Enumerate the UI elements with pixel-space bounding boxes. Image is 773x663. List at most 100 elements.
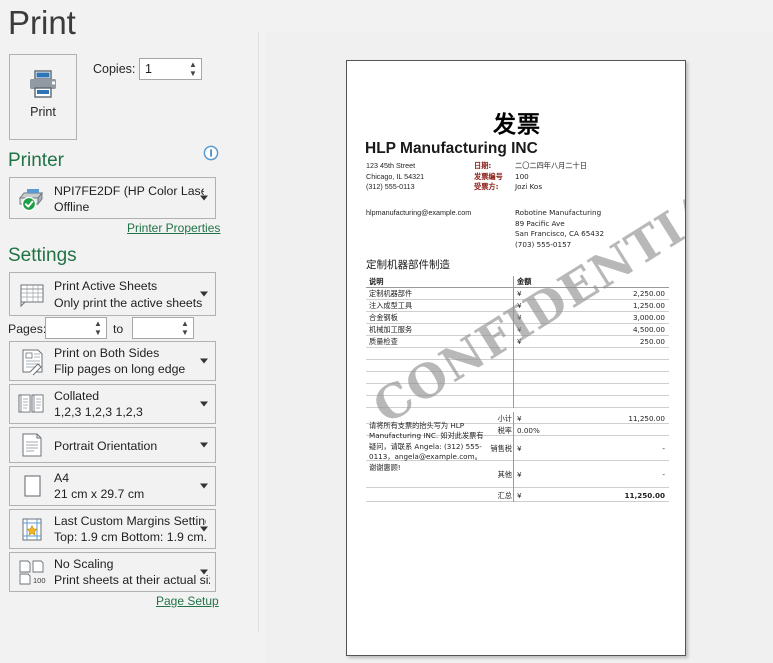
preview-page[interactable]: 发票 HLP Manufacturing INC 123 45th Street… [346,60,686,656]
total-value: - [662,470,665,479]
total-value: 11,250.00 [624,490,665,500]
total-currency: 0.00% [517,425,540,435]
invoice-title: 发票 [493,112,541,138]
scaling-icon: 100 [16,557,48,587]
pages-to-spinner[interactable]: ▲ ▼ [179,319,191,338]
setting-margins[interactable]: Last Custom Margins Setting Top: 1.9 cm … [9,509,216,549]
copies-decrement-icon[interactable]: ▼ [187,69,199,78]
setting-paper-size-line2: 21 cm x 29.7 cm [54,487,145,501]
addr-right-line-1: 89 Pacific Ave [515,218,565,228]
printer-icon [26,69,60,99]
invoice-table-row [366,360,669,372]
printer-name: NPI7FE2DF (HP Color LaserJ... [54,184,204,198]
chevron-down-icon[interactable] [200,569,208,575]
invoice-document: 发票 HLP Manufacturing INC 123 45th Street… [347,61,685,655]
setting-print-what-line1: Print Active Sheets [54,279,158,293]
table-column-divider [513,276,514,408]
print-button[interactable]: Print [9,54,77,140]
total-label: 小计 [497,413,512,423]
total-label: 汇总 [497,490,512,500]
invoice-table-row [366,384,669,396]
row-currency: ¥ [517,301,522,310]
column-header-description: 说明 [369,277,384,286]
invoice-table-row: 注入成型工具 ¥1,250.00 [366,300,669,312]
print-backstage-window: Print Print Copies: 1 ▲ ▼ Printer NPI7FE… [0,0,773,663]
addr-right-line-2: San Francisco, CA 65432 [515,229,605,239]
copies-value: 1 [145,62,152,76]
print-button-label: Print [30,105,56,119]
chevron-down-icon[interactable] [200,483,208,489]
printer-section-heading: Printer [8,150,64,171]
chevron-down-icon[interactable] [200,195,208,201]
paper-icon [16,471,48,501]
setting-print-what[interactable]: Print Active Sheets Only print the activ… [9,272,216,316]
meta-values-line-2: Jozi Kos [515,182,543,192]
meta-labels-line-1: 发票编号 [474,171,503,181]
pages-from-increment-icon[interactable]: ▲ [92,319,104,328]
row-amount: 3,000.00 [632,313,665,322]
row-description: 定制机器部件 [369,289,413,298]
copies-increment-icon[interactable]: ▲ [187,60,199,69]
setting-paper-size[interactable]: A4 21 cm x 29.7 cm [9,466,216,506]
setting-collation-line2: 1,2,3 1,2,3 1,2,3 [54,405,143,419]
setting-margins-line2: Top: 1.9 cm Bottom: 1.9 cm... [54,530,206,544]
page-setup-link[interactable]: Page Setup [156,594,219,608]
invoice-table-row [366,372,669,384]
printer-status: Offline [54,200,90,214]
invoice-meta-values: 二〇二四年八月二十日 100 Jozi Kos [515,161,587,193]
setting-scaling[interactable]: 100 No Scaling Print sheets at their act… [9,552,216,592]
chevron-down-icon[interactable] [200,526,208,532]
collate-icon [16,389,48,419]
column-header-amount: 金额 [517,277,532,286]
row-description: 机械加工服务 [369,325,413,334]
preview-canvas: 发票 HLP Manufacturing INC 123 45th Street… [265,32,773,663]
invoice-table-row: 机械加工服务 ¥4,500.00 [366,324,669,336]
addr-left-line-2: (312) 555-0113 [366,182,415,192]
copies-spinner[interactable]: ▲ ▼ [187,60,199,79]
meta-labels-line-2: 受票方: [474,182,499,192]
setting-orientation-line1: Portrait Orientation [54,439,158,453]
pages-from-spinner[interactable]: ▲ ▼ [92,319,104,338]
pages-label: Pages: [8,322,47,336]
invoice-table-header: 说明 金额 [366,276,669,288]
pages-from-input[interactable]: ▲ ▼ [45,317,107,339]
invoice-subject: 定制机器部件制造 [366,259,450,271]
pages-to-input[interactable]: ▲ ▼ [132,317,194,339]
printer-properties-link[interactable]: Printer Properties [127,221,220,235]
total-value: 11,250.00 [628,413,665,423]
row-amount: 4,500.00 [632,325,665,334]
chevron-down-icon[interactable] [200,401,208,407]
total-currency: ¥ [517,413,522,423]
worksheet-icon [16,279,48,309]
invoice-meta-labels: 日期: 发票编号 受票方: [474,161,503,193]
row-description: 注入成型工具 [369,301,413,310]
row-currency: ¥ [517,289,522,298]
row-amount: 1,250.00 [632,301,665,310]
invoice-table-row [366,396,669,408]
recipient-address: Robotine Manufacturing 89 Pacific Ave San … [515,208,604,250]
totals-column-divider [513,412,514,502]
invoice-footer-note: 请将所有支票的抬头写为 HLP Manufacturing INC. 如对此发票… [369,421,484,472]
row-amount: 250.00 [639,337,665,346]
setting-orientation[interactable]: Portrait Orientation [9,427,216,463]
meta-values-line-0: 二〇二四年八月二十日 [515,161,587,170]
info-icon[interactable] [203,145,219,161]
total-label: 税率 [497,425,512,435]
total-label: 其他 [497,470,512,479]
chevron-down-icon[interactable] [200,442,208,448]
printer-select[interactable]: NPI7FE2DF (HP Color LaserJ... Offline [9,177,216,219]
print-settings-pane: Print Print Copies: 1 ▲ ▼ Printer NPI7FE… [0,0,258,663]
chevron-down-icon[interactable] [200,358,208,364]
row-description: 质量检查 [369,337,398,346]
pages-to-decrement-icon[interactable]: ▼ [179,328,191,337]
chevron-down-icon[interactable] [200,291,208,297]
pages-to-increment-icon[interactable]: ▲ [179,319,191,328]
total-value: - [662,444,665,453]
printer-status-icon [16,183,48,213]
setting-collation[interactable]: Collated 1,2,3 1,2,3 1,2,3 [9,384,216,424]
portrait-icon [16,430,48,460]
pages-from-decrement-icon[interactable]: ▼ [92,328,104,337]
copies-stepper[interactable]: 1 ▲ ▼ [139,58,202,80]
setting-duplex[interactable]: Print on Both Sides Flip pages on long e… [9,341,216,381]
svg-text:100: 100 [33,576,46,585]
